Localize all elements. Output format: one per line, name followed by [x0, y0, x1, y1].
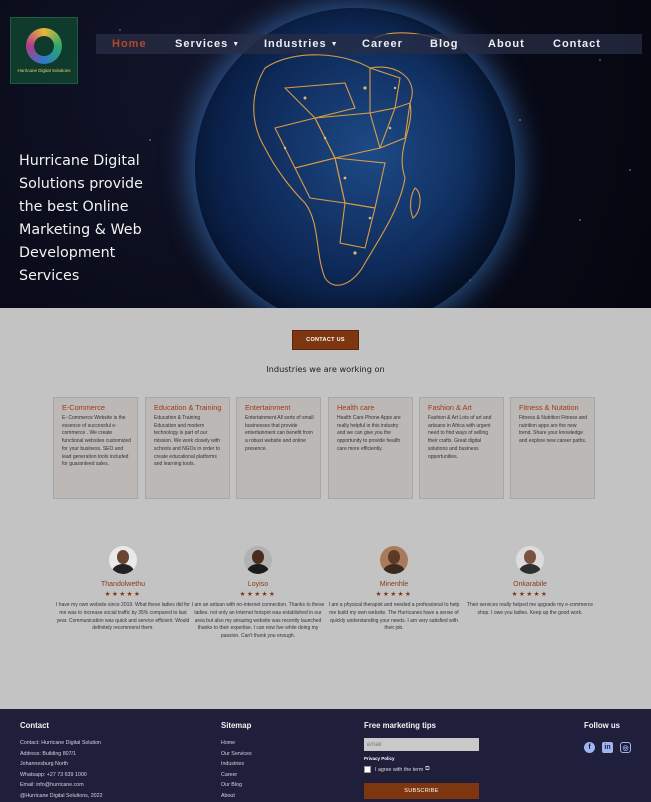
card-body: Entertainment All sorts of small busines… — [245, 415, 314, 452]
star-rating-icon: ★★★★★ — [104, 590, 142, 598]
avatar — [244, 546, 272, 574]
main-navigation: Home Services ▼ Industries ▼ Career Blog A… — [96, 34, 642, 54]
privacy-policy-link[interactable]: Privacy Policy — [364, 756, 395, 761]
industry-card-fitness[interactable]: Fitness & Nutation Fitness & Nutrition F… — [510, 397, 595, 499]
sitemap-link-about[interactable]: About — [221, 791, 252, 802]
industry-card-education[interactable]: Education & Training Education & Trainin… — [145, 397, 230, 499]
newsletter-email-input[interactable] — [364, 738, 479, 751]
social-links: f in ◎ — [584, 742, 631, 753]
industries-heading: Industries we are working on — [266, 364, 385, 374]
terms-agreement: I agree with the term ⧉ — [364, 766, 430, 773]
card-title: Fitness & Nutation — [519, 403, 579, 412]
nav-industries-label: Industries — [264, 38, 327, 50]
nav-about[interactable]: About — [488, 38, 525, 50]
subscribe-button[interactable]: SUBSCRIBE — [364, 783, 479, 799]
card-title: Fashion & Art — [428, 403, 472, 412]
card-title: Entertainment — [245, 403, 291, 412]
card-title: Health care — [337, 403, 375, 412]
external-link-icon[interactable]: ⧉ — [425, 766, 429, 773]
footer-contact-heading: Contact — [20, 721, 50, 730]
linkedin-icon[interactable]: in — [602, 742, 613, 753]
site-footer: Contact Contact: Hurricane Digital Solut… — [0, 709, 651, 802]
avatar — [516, 546, 544, 574]
card-body: E- Commerce Website is the essence of su… — [62, 415, 131, 468]
testimonial-quote: I am a physical therapist and needed a p… — [328, 602, 460, 632]
footer-follow-heading: Follow us — [584, 721, 620, 730]
sitemap-link-home[interactable]: Home — [221, 738, 252, 749]
testimonial-name: Loyiso — [247, 581, 269, 588]
footer-newsletter-heading: Free marketing tips — [364, 721, 436, 730]
sitemap-link-industries[interactable]: Industries — [221, 759, 252, 770]
testimonial-quote: I have my own website since 2019. What t… — [56, 602, 190, 632]
card-body: Health Care Phone Apps are really helpfu… — [337, 415, 401, 452]
industry-card-health-care[interactable]: Health care Health Care Phone Apps are r… — [328, 397, 413, 499]
nav-services[interactable]: Services ▼ — [175, 38, 240, 50]
hero-section: Hurricane Digital Solutions Home Service… — [0, 0, 651, 308]
contact-line: Contact: Hurricane Digital Solution — [20, 740, 101, 746]
chevron-down-icon: ▼ — [330, 41, 339, 48]
testimonial-minenhle: Minenhle ★★★★★ I am a physical therapist… — [324, 546, 464, 633]
contact-line: Johannesburg North — [20, 761, 68, 768]
chevron-down-icon: ▼ — [232, 41, 241, 48]
testimonial-name: Minenhle — [379, 581, 409, 588]
logo-text: Hurricane Digital Solutions — [17, 68, 71, 73]
card-title: E-Commerce — [62, 403, 105, 412]
contact-line: Email: info@hurricane.com — [20, 782, 84, 789]
card-body: Education & Training Education and moder… — [154, 415, 221, 468]
contact-us-button[interactable]: CONTACT US — [292, 330, 359, 350]
testimonial-name: Onkarabile — [513, 581, 547, 588]
nav-industries[interactable]: Industries ▼ — [264, 38, 339, 50]
contact-line: Address: Building 807/1 — [20, 750, 76, 757]
star-rating-icon: ★★★★★ — [375, 590, 413, 598]
card-body: Fashion & Art Lots of art and artisans i… — [428, 415, 492, 460]
company-logo[interactable]: Hurricane Digital Solutions — [10, 17, 78, 84]
nav-contact[interactable]: Contact — [553, 38, 601, 50]
testimonial-quote: Their services really helped me upgrade … — [466, 602, 594, 616]
nav-blog[interactable]: Blog — [430, 38, 458, 50]
hero-headline: Hurricane Digital Solutions provide the … — [19, 153, 143, 284]
avatar — [109, 546, 137, 574]
footer-sitemap-heading: Sitemap — [221, 721, 252, 730]
contact-line: @Hurricane Digital Solutions, 2022 — [20, 792, 103, 799]
star-rating-icon: ★★★★★ — [511, 590, 549, 598]
industry-card-ecommerce[interactable]: E-Commerce E- Commerce Website is the es… — [53, 397, 138, 499]
terms-checkbox[interactable] — [364, 766, 371, 773]
nav-career[interactable]: Career — [362, 38, 403, 50]
sitemap-link-career[interactable]: Career — [221, 770, 252, 781]
avatar — [380, 546, 408, 574]
testimonial-thandolwethu: Thandolwethu ★★★★★ I have my own website… — [53, 546, 193, 633]
logo-mark-icon — [26, 28, 62, 64]
nav-home[interactable]: Home — [112, 38, 147, 50]
facebook-icon[interactable]: f — [584, 742, 595, 753]
nav-services-label: Services — [175, 38, 229, 50]
footer-contact-info: Contact: Hurricane Digital Solution Addr… — [20, 738, 103, 802]
footer-sitemap-links: Home Our Services Industries Career Our … — [221, 738, 252, 802]
testimonial-onkarabile: Onkarabile ★★★★★ Their services really h… — [460, 546, 600, 618]
testimonial-quote: I am an artisan with no-internet connect… — [191, 602, 325, 640]
testimonial-loyiso: Loyiso ★★★★★ I am an artisan with no-int… — [188, 546, 328, 641]
industry-card-entertainment[interactable]: Entertainment Entertainment All sorts of… — [236, 397, 321, 499]
terms-label: I agree with the term — [375, 766, 424, 773]
star-rating-icon: ★★★★★ — [239, 590, 277, 598]
contact-line: Whatsapp: +27 73 639 1000 — [20, 771, 87, 778]
card-title: Education & Training — [154, 403, 222, 412]
industry-card-fashion-art[interactable]: Fashion & Art Fashion & Art Lots of art … — [419, 397, 504, 499]
sitemap-link-services[interactable]: Our Services — [221, 749, 252, 760]
testimonial-name: Thandolwethu — [101, 581, 145, 588]
instagram-icon[interactable]: ◎ — [620, 742, 631, 753]
sitemap-link-blog[interactable]: Our Blog — [221, 780, 252, 791]
card-body: Fitness & Nutrition Fitness and nutritio… — [519, 415, 588, 445]
